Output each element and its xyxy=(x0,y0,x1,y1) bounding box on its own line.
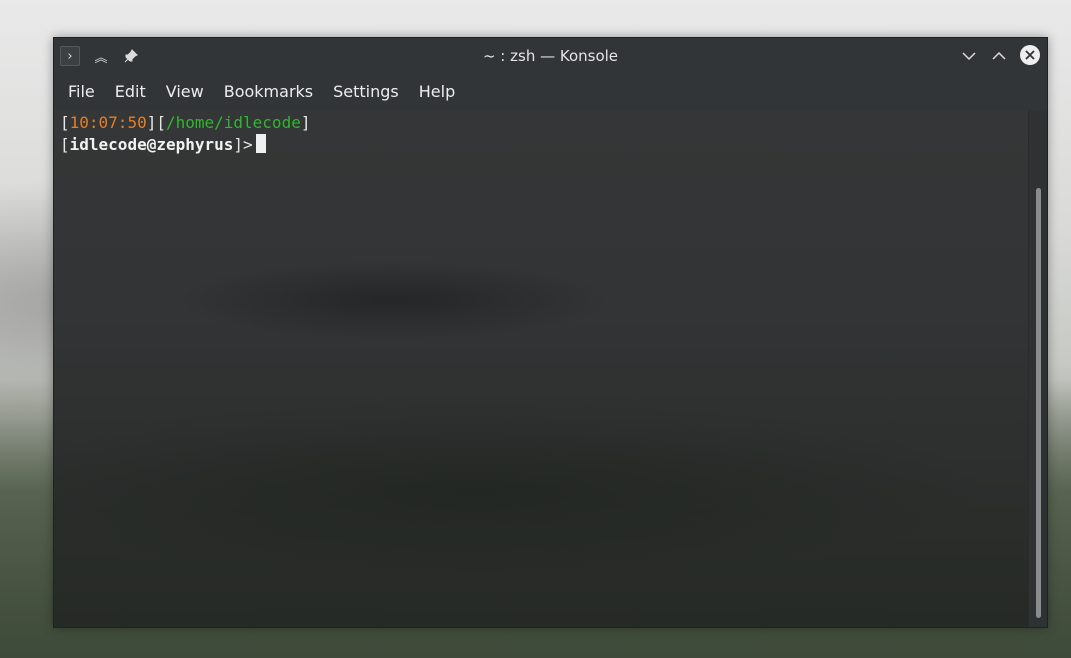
menu-edit[interactable]: Edit xyxy=(105,74,156,110)
prompt-time: 10:07:50 xyxy=(69,113,147,132)
menu-view[interactable]: View xyxy=(156,74,214,110)
chevron-up-icon xyxy=(992,51,1006,60)
titlebar[interactable]: › ︽ ~ : zsh — Konsole xyxy=(54,38,1047,74)
text-cursor[interactable] xyxy=(255,134,266,153)
bracket: ][ xyxy=(146,113,166,132)
prompt-symbol: ]> xyxy=(233,135,253,154)
bracket: [ xyxy=(60,113,70,132)
menu-settings[interactable]: Settings xyxy=(323,74,409,110)
scrollbar-handle[interactable] xyxy=(1036,188,1041,618)
chevron-down-icon xyxy=(962,52,976,61)
menu-help[interactable]: Help xyxy=(409,74,465,110)
bracket: ] xyxy=(300,113,311,132)
bracket: [ xyxy=(60,135,70,154)
prompt-user-host: idlecode@zephyrus xyxy=(69,135,234,154)
close-button[interactable] xyxy=(1019,45,1041,65)
minimize-button[interactable] xyxy=(958,46,980,66)
menu-bookmarks[interactable]: Bookmarks xyxy=(214,74,323,110)
menubar: File Edit View Bookmarks Settings Help xyxy=(54,74,1047,110)
prompt-line-2: [idlecode@zephyrus]> xyxy=(60,134,1022,156)
prompt-line-1: [10:07:50][/home/idlecode] xyxy=(60,112,1022,134)
window-title: ~ : zsh — Konsole xyxy=(482,47,619,65)
menu-file[interactable]: File xyxy=(58,74,105,110)
prompt-path: /home/idlecode xyxy=(165,113,301,132)
maximize-button[interactable] xyxy=(988,46,1010,66)
konsole-window: › ︽ ~ : zsh — Konsole File Edit View Boo… xyxy=(53,37,1048,628)
terminal-area[interactable]: [10:07:50][/home/idlecode] [idlecode@zep… xyxy=(54,110,1028,627)
scrollbar[interactable] xyxy=(1028,110,1047,627)
close-icon xyxy=(1020,45,1040,65)
